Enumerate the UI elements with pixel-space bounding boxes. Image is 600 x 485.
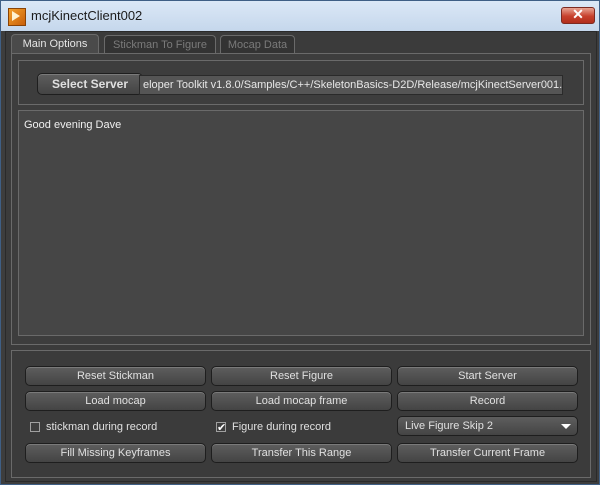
server-group: Select Server eloper Toolkit v1.8.0/Samp… — [18, 60, 584, 105]
app-window: mcjKinectClient002 ✕ Main Options Stickm… — [0, 0, 600, 485]
reset-figure-button[interactable]: Reset Figure — [211, 366, 392, 386]
main-options-panel: Select Server eloper Toolkit v1.8.0/Samp… — [11, 53, 591, 345]
log-message: Good evening Dave — [24, 119, 122, 131]
reset-stickman-button[interactable]: Reset Stickman — [25, 366, 206, 386]
live-figure-skip-value: Live Figure Skip 2 — [405, 420, 494, 432]
client-area: Main Options Stickman To Figure Mocap Da… — [5, 31, 597, 482]
close-button[interactable]: ✕ — [561, 6, 595, 24]
fill-missing-keyframes-button[interactable]: Fill Missing Keyframes — [25, 443, 206, 463]
live-figure-skip-select[interactable]: Live Figure Skip 2 — [397, 416, 578, 436]
close-icon: ✕ — [572, 6, 584, 22]
message-log[interactable]: Good evening Dave — [18, 110, 584, 336]
transfer-this-range-button[interactable]: Transfer This Range — [211, 443, 392, 463]
stickman-during-record-checkbox[interactable] — [30, 422, 40, 432]
select-server-button[interactable]: Select Server — [37, 73, 143, 95]
controls-group: Reset Stickman Reset Figure Start Server… — [11, 350, 591, 478]
stickman-during-record-label: stickman during record — [46, 421, 158, 433]
stickman-during-record-option[interactable]: stickman during record — [30, 419, 200, 435]
tab-main-options[interactable]: Main Options — [11, 34, 99, 54]
figure-during-record-label: Figure during record — [232, 421, 332, 433]
transfer-current-frame-button[interactable]: Transfer Current Frame — [397, 443, 578, 463]
figure-during-record-option[interactable]: ✔ Figure during record — [216, 419, 386, 435]
load-mocap-frame-button[interactable]: Load mocap frame — [211, 391, 392, 411]
title-bar[interactable]: mcjKinectClient002 ✕ — [1, 1, 599, 31]
tab-stickman-to-figure[interactable]: Stickman To Figure — [104, 35, 216, 53]
checkmark-icon: ✔ — [217, 422, 227, 434]
load-mocap-button[interactable]: Load mocap — [25, 391, 206, 411]
record-button[interactable]: Record — [397, 391, 578, 411]
figure-during-record-checkbox[interactable]: ✔ — [216, 422, 226, 434]
chevron-down-icon — [561, 424, 571, 429]
tab-mocap-data[interactable]: Mocap Data — [220, 35, 295, 53]
server-path-field[interactable]: eloper Toolkit v1.8.0/Samples/C++/Skelet… — [139, 75, 563, 95]
window-title: mcjKinectClient002 — [31, 8, 143, 23]
app-icon — [8, 8, 26, 26]
start-server-button[interactable]: Start Server — [397, 366, 578, 386]
